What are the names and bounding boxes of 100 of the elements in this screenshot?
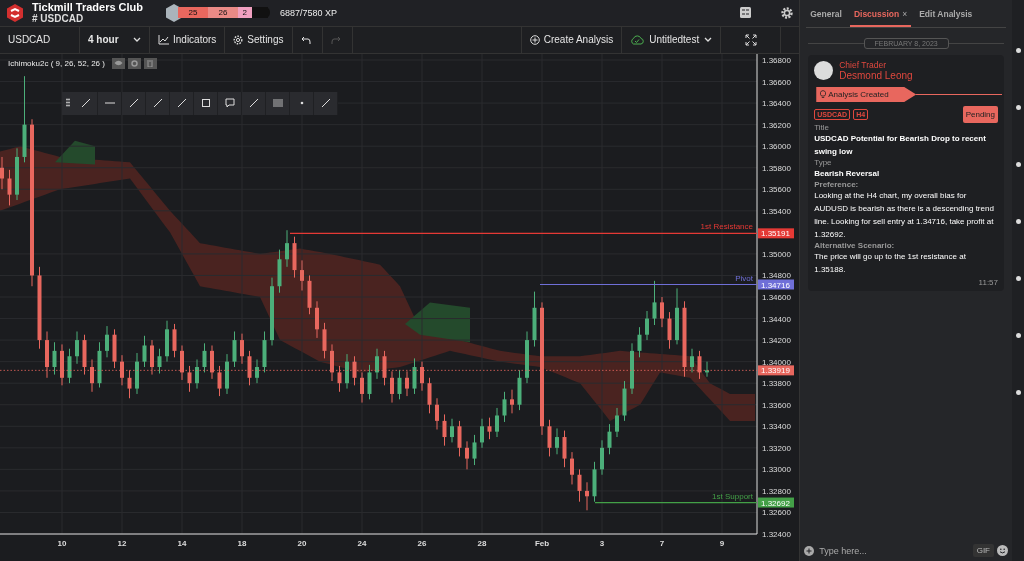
price-tick-label: 1.34400 bbox=[762, 314, 791, 324]
candlestick bbox=[367, 364, 372, 400]
candlestick bbox=[172, 323, 177, 358]
candlestick bbox=[60, 343, 64, 386]
candlestick bbox=[667, 311, 672, 350]
panel-tab[interactable]: General bbox=[806, 9, 846, 27]
candlestick bbox=[112, 328, 117, 369]
lightbulb-icon bbox=[820, 90, 827, 99]
candlestick bbox=[15, 147, 19, 201]
candlestick bbox=[690, 348, 694, 373]
settings-icon[interactable] bbox=[781, 6, 794, 19]
bullet-icon bbox=[1015, 219, 1021, 224]
calculator-icon[interactable] bbox=[740, 7, 752, 19]
candlestick bbox=[405, 370, 409, 397]
candlestick bbox=[360, 371, 364, 404]
date-label: 12 bbox=[117, 538, 127, 548]
emoji-icon[interactable] bbox=[997, 545, 1008, 556]
xp-segment: 26 bbox=[208, 7, 238, 19]
visibility-button[interactable] bbox=[111, 57, 125, 69]
level-label: 1st Resistance bbox=[700, 222, 753, 232]
xp-count: 6887/7580 XP bbox=[280, 7, 338, 18]
price-tick-label: 1.32400 bbox=[762, 529, 791, 539]
interval-dropdown[interactable]: 4 hour bbox=[80, 26, 150, 53]
panel-tab[interactable]: Discussion × bbox=[849, 9, 912, 27]
indicators-button[interactable]: Indicators bbox=[150, 26, 226, 53]
candlestick bbox=[615, 407, 619, 438]
gif-button[interactable]: GIF bbox=[972, 544, 994, 557]
candlestick bbox=[345, 353, 349, 389]
bullet-icon bbox=[1015, 333, 1021, 338]
candlestick bbox=[652, 280, 657, 326]
logo-icon[interactable] bbox=[6, 3, 24, 22]
price-tick-label: 1.33400 bbox=[762, 422, 791, 432]
candlestick bbox=[127, 369, 132, 399]
indicator-settings-button[interactable] bbox=[127, 57, 141, 69]
price-tick-label: 1.35600 bbox=[762, 185, 791, 195]
create-analysis-button[interactable]: Create Analysis bbox=[520, 26, 623, 53]
symbol-button[interactable]: USDCAD bbox=[0, 26, 80, 53]
timestamp: 11:57 bbox=[978, 278, 998, 287]
field-label: Type bbox=[814, 158, 833, 167]
candlestick bbox=[412, 357, 417, 395]
bullet-icon bbox=[1015, 105, 1021, 110]
cloud-check-icon bbox=[630, 34, 645, 45]
candlestick bbox=[7, 169, 12, 206]
candlestick bbox=[180, 344, 184, 381]
candlestick bbox=[217, 365, 222, 397]
settings-button[interactable]: Settings bbox=[225, 26, 293, 53]
candlestick bbox=[330, 343, 334, 382]
candlestick bbox=[427, 377, 432, 414]
bullet-icon bbox=[1015, 390, 1021, 395]
xp-segment: 25 bbox=[178, 7, 208, 19]
panel-tab[interactable]: Edit Analysis bbox=[915, 9, 977, 27]
candlestick bbox=[187, 365, 192, 393]
status-button[interactable]: Pending bbox=[962, 106, 998, 123]
message-input[interactable]: Type here... bbox=[817, 544, 970, 557]
plus-circle-icon[interactable] bbox=[804, 545, 815, 556]
candlestick bbox=[270, 277, 274, 346]
candlestick bbox=[435, 397, 439, 430]
candlestick bbox=[300, 259, 304, 291]
field-value: Bearish Reversal bbox=[814, 168, 881, 180]
price-tick-label: 1.34600 bbox=[762, 292, 791, 302]
date-label: 24 bbox=[357, 538, 367, 548]
field-label: Title bbox=[814, 123, 831, 132]
candlestick bbox=[570, 451, 574, 485]
candlestick bbox=[457, 420, 462, 457]
candlestick bbox=[262, 330, 267, 373]
bullish-cloud bbox=[405, 302, 470, 343]
field-value: The price will go up to the 1st resistance at 1.35188. bbox=[814, 251, 967, 276]
settings-icon bbox=[130, 59, 138, 67]
candlestick bbox=[120, 354, 124, 386]
candlestick bbox=[645, 310, 649, 341]
eye-icon bbox=[113, 60, 123, 67]
drag-handle-icon[interactable] bbox=[66, 98, 70, 109]
candlestick bbox=[135, 352, 139, 395]
channel-name: # USDCAD bbox=[32, 13, 85, 25]
candlestick bbox=[195, 358, 199, 389]
candlestick bbox=[67, 348, 72, 384]
candlestick bbox=[232, 330, 237, 368]
price-tick-label: 1.35000 bbox=[762, 249, 791, 259]
layout-dropdown[interactable]: Untitledtest bbox=[622, 26, 722, 53]
delete-button[interactable] bbox=[143, 57, 157, 69]
price-tick-label: 1.35400 bbox=[762, 206, 791, 216]
price-tick-label: 1.36200 bbox=[762, 120, 791, 130]
price-tick-label: 1.35800 bbox=[762, 163, 791, 173]
date-label: 14 bbox=[177, 538, 187, 548]
price-marker: 1.35191 bbox=[758, 228, 794, 239]
author-role: Chief Trader bbox=[839, 60, 887, 70]
candlestick bbox=[562, 430, 567, 468]
price-tick-label: 1.36600 bbox=[762, 77, 791, 87]
price-tick-label: 1.33600 bbox=[762, 400, 791, 410]
chevron-down-icon bbox=[133, 37, 141, 43]
price-tick-label: 1.36800 bbox=[762, 55, 791, 65]
plus-circle-icon bbox=[529, 34, 540, 45]
candlestick bbox=[82, 334, 87, 375]
price-tick-label: 1.32800 bbox=[762, 486, 791, 496]
price-tick-label: 1.36000 bbox=[762, 142, 791, 152]
field-value: USDCAD Potential for Bearish Drop to recent swing low bbox=[814, 133, 987, 158]
candlestick bbox=[622, 380, 627, 422]
candlestick bbox=[105, 325, 109, 358]
date-label: Feb bbox=[534, 538, 550, 548]
level-label: Pivot bbox=[735, 273, 753, 283]
